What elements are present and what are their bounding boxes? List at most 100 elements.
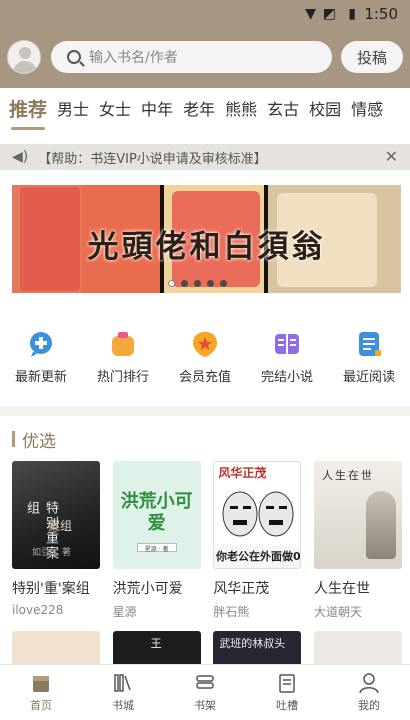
tab-xuangu[interactable]: 玄古: [267, 96, 299, 124]
book-card[interactable]: 风华正茂 你老公在外面做0 风华正茂 胖石熊: [213, 461, 302, 620]
quick-label: 会员充值: [178, 370, 231, 385]
book-title[interactable]: 洪荒小可爱: [113, 578, 201, 598]
tab-emotion[interactable]: 情感: [351, 96, 383, 124]
bottom-navigation: 首页 书城 书架 吐槽 我的: [0, 664, 410, 720]
stacked-books-icon: [196, 675, 214, 689]
quick-vip-recharge[interactable]: 会员充值: [165, 330, 245, 390]
nav-label: 我的: [358, 699, 380, 712]
book-card[interactable]: 洪荒小可爱 星源 · 著 洪荒小可爱 星源: [112, 461, 201, 620]
cover-author: 如豆尤 著: [32, 548, 71, 558]
user-icon: [359, 673, 379, 694]
tab-campus[interactable]: 校园: [309, 96, 341, 124]
search-placeholder: 输入书名/作者: [89, 50, 178, 66]
section-header: 优选: [12, 428, 56, 452]
avatar-head: [19, 47, 31, 59]
tab-bear[interactable]: 熊熊: [225, 96, 257, 124]
cover-subtitle: 星源 · 著: [136, 543, 177, 553]
notice-bar[interactable]: ◀) 【帮助：书连VIP小说申请及审核标准】 ✕: [0, 144, 410, 170]
tab-women[interactable]: 女士: [99, 96, 131, 124]
section-divider: [0, 406, 410, 416]
quick-label: 最近阅读: [342, 370, 395, 385]
book-author: 大道朝天: [313, 605, 362, 619]
carousel-indicator: [168, 280, 227, 287]
bubble-plus-icon: [30, 332, 52, 357]
carousel-dot[interactable]: [194, 280, 201, 287]
notebook-icon: [279, 674, 295, 693]
quick-label: 完结小说: [260, 370, 313, 385]
cover-title: 人生在世: [321, 469, 374, 482]
avatar-body: [13, 61, 37, 73]
quick-latest-updates[interactable]: 最新更新: [1, 330, 81, 390]
quick-hot-ranking[interactable]: 热门排行: [83, 330, 163, 390]
nav-rants[interactable]: 吐槽: [252, 672, 322, 713]
book-card[interactable]: 人生在世 人生在世 大道朝天: [313, 461, 402, 620]
close-icon[interactable]: ✕: [385, 147, 398, 166]
cover-figure: [365, 491, 396, 559]
nav-bookstore[interactable]: 书城: [88, 672, 158, 713]
meme-face-illustration: [222, 491, 294, 537]
carousel-dot[interactable]: [181, 280, 188, 287]
book-title[interactable]: 风华正茂: [213, 578, 301, 598]
nav-home[interactable]: 首页: [6, 672, 76, 713]
home-icon: [33, 676, 49, 692]
cover-title: 特别重案组: [24, 501, 58, 561]
carousel-dot[interactable]: [168, 280, 175, 287]
quick-label: 热门排行: [96, 370, 149, 385]
tab-elderly[interactable]: 老年: [183, 96, 215, 124]
speaker-icon: ◀): [12, 149, 29, 165]
book-title[interactable]: 人生在世: [314, 578, 402, 598]
nav-label: 吐槽: [276, 699, 298, 712]
book-cover[interactable]: 人生在世: [313, 461, 402, 569]
wifi-icon: ▼: [305, 6, 316, 22]
bookshelf-store-icon: [114, 674, 131, 692]
book-author: ilove228: [12, 603, 64, 617]
header-bar: ▼ ◩ ▮ 1:50 输入书名/作者 投稿: [0, 0, 410, 88]
book-author: 胖石熊: [213, 605, 250, 619]
no-signal-icon: ◩: [322, 6, 336, 22]
carousel-dot[interactable]: [207, 280, 214, 287]
book-cover[interactable]: 洪荒小可爱 星源 · 著: [112, 461, 201, 569]
battery-icon: ▮: [348, 6, 356, 22]
status-time: 1:50: [364, 5, 398, 23]
banner-title: 光頭佬和白須翁: [87, 229, 326, 265]
quick-recent-reading[interactable]: 最近阅读: [329, 330, 409, 390]
cover-subtitle: 你老公在外面做0: [214, 546, 301, 568]
nav-label: 首页: [30, 699, 52, 712]
category-tabs: 推荐 男士 女士 中年 老年 熊熊 玄古 校园 情感: [0, 96, 410, 136]
cover-title: 风华正茂: [214, 462, 301, 484]
tab-middle-age[interactable]: 中年: [141, 96, 173, 124]
tab-men[interactable]: 男士: [57, 96, 89, 124]
book-title[interactable]: 特别'重'案组: [12, 578, 100, 598]
section-accent-bar: [12, 431, 15, 447]
nav-mine[interactable]: 我的: [334, 672, 404, 713]
trophy-icon: [112, 332, 134, 356]
book-card[interactable]: 特别重案组 案组 如豆尤 著 特别'重'案组 ilove228: [12, 461, 100, 620]
submit-button[interactable]: 投稿: [341, 41, 403, 73]
tab-recommend[interactable]: 推荐: [9, 96, 47, 130]
avatar[interactable]: [7, 40, 41, 74]
cover-subtitle: 案组: [48, 519, 73, 533]
search-input[interactable]: 输入书名/作者: [51, 41, 332, 73]
banner-carousel[interactable]: 光頭佬和白須翁: [12, 185, 401, 293]
badge-star-icon: [193, 332, 217, 357]
status-bar: ▼ ◩ ▮ 1:50: [0, 0, 410, 30]
nav-bookshelf[interactable]: 书架: [170, 672, 240, 713]
quick-label: 最新更新: [14, 370, 67, 385]
cover-title: 武班的林叔头: [219, 637, 286, 650]
carousel-dot[interactable]: [220, 280, 227, 287]
search-icon: [67, 50, 81, 64]
notice-text: 【帮助：书连VIP小说申请及审核标准】: [38, 151, 267, 167]
nav-label: 书架: [194, 699, 216, 712]
document-list-icon: [359, 332, 381, 356]
book-cover[interactable]: 特别重案组 案组 如豆尤 著: [12, 461, 100, 569]
quick-links: 最新更新 热门排行 会员充值 完结小说 最近阅读: [0, 330, 410, 390]
open-book-icon: [275, 334, 299, 354]
quick-finished-novels[interactable]: 完结小说: [247, 330, 327, 390]
book-grid: 特别重案组 案组 如豆尤 著 特别'重'案组 ilove228 洪荒小可爱 星源…: [12, 461, 402, 620]
section-title: 优选: [22, 431, 56, 452]
book-cover[interactable]: 风华正茂 你老公在外面做0: [213, 461, 302, 569]
cover-title: 洪荒小可爱: [120, 491, 193, 534]
cover-title: 王: [150, 637, 162, 650]
book-author: 星源: [112, 605, 137, 619]
nav-label: 书城: [112, 699, 134, 712]
